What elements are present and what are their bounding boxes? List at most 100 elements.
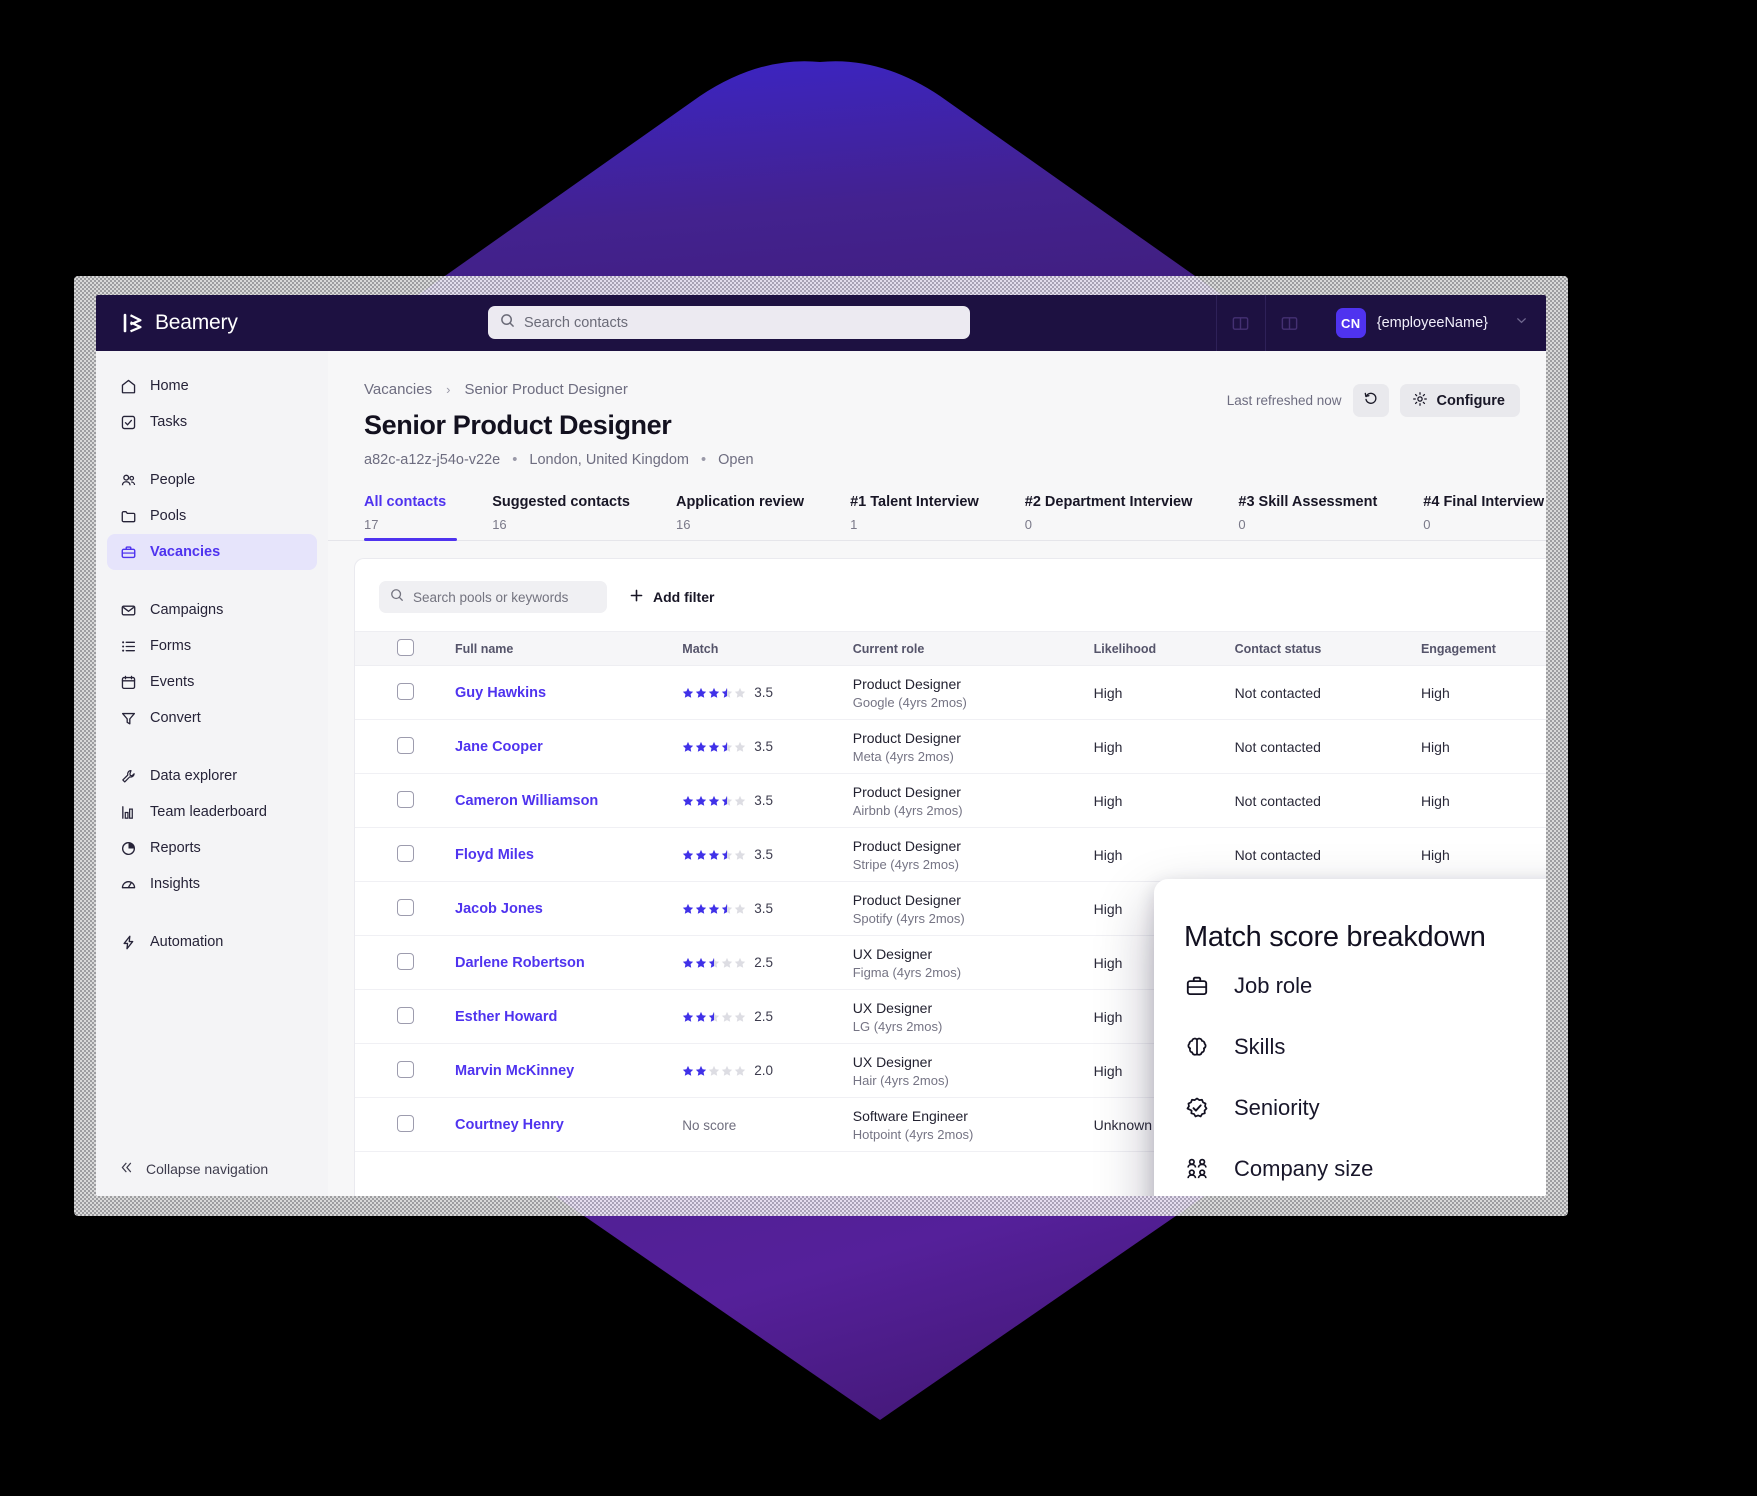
role-title: Product Designer (852, 891, 961, 908)
contact-name-link[interactable]: Jacob Jones (455, 901, 543, 917)
role-title: UX Designer (852, 945, 933, 962)
row-checkbox[interactable] (396, 736, 414, 754)
pool-search-input[interactable]: Search pools or keywords (379, 581, 607, 613)
column-header-contact-status[interactable]: Contact status (1234, 631, 1421, 666)
row-select-cell (355, 881, 455, 936)
user-menu[interactable]: CN {employeeName} (1314, 308, 1536, 338)
column-header-likelihood[interactable]: Likelihood (1093, 631, 1235, 666)
sidebar-item-label: Events (150, 674, 195, 690)
row-checkbox[interactable] (396, 952, 414, 970)
sidebar-item-label: People (150, 472, 196, 488)
sidebar-item-insights[interactable]: Insights (107, 866, 317, 902)
sidebar-item-automation[interactable]: Automation (107, 924, 317, 960)
column-header-match[interactable]: Match (682, 631, 853, 666)
sidebar-item-label: Convert (150, 710, 201, 726)
funnel-icon (119, 709, 137, 727)
row-checkbox[interactable] (396, 682, 414, 700)
collapse-navigation-label: Collapse navigation (146, 1161, 269, 1177)
row-checkbox[interactable] (396, 790, 414, 808)
refresh-icon (1363, 390, 1379, 411)
tab-3-skill-assessment[interactable]: #3 Skill Assessment 0 (1238, 494, 1423, 532)
meta-dot: • (512, 452, 518, 468)
column-header-current-role[interactable]: Current role (852, 631, 1094, 666)
sidebar-item-reports[interactable]: Reports (107, 830, 317, 866)
configure-button[interactable]: Configure (1399, 384, 1520, 417)
sidebar-item-team-leaderboard[interactable]: Team leaderboard (107, 794, 317, 830)
tab-application-review[interactable]: Application review 16 (676, 494, 850, 532)
sidebar-item-pools[interactable]: Pools (107, 498, 317, 534)
column-header-full-name[interactable]: Full name (455, 631, 683, 666)
chevrons-left-icon (119, 1160, 134, 1178)
tab-4-final-interview[interactable]: #4 Final Interview 0 (1423, 494, 1546, 532)
contact-name-link[interactable]: Floyd Miles (455, 847, 534, 863)
sidebar-item-label: Forms (150, 638, 192, 654)
global-search-input[interactable]: Search contacts (488, 306, 970, 339)
cell-full-name: Marvin McKinney (455, 1043, 683, 1098)
cell-engagement: High (1420, 773, 1546, 828)
refresh-button[interactable] (1352, 384, 1389, 417)
cell-current-role: Product Designer Meta (4yrs 2mos) (852, 719, 1094, 774)
tab-all-contacts[interactable]: All contacts 17 (364, 494, 492, 532)
cell-likelihood-value: High (1093, 900, 1123, 917)
calendar-icon (119, 673, 137, 691)
table-row[interactable]: Guy Hawkins 3.5 Product Designer Google (4y… (355, 665, 1546, 720)
sidebar-item-campaigns[interactable]: Campaigns (107, 592, 317, 628)
modal-row-label: Company size (1234, 1155, 1374, 1181)
cell-match: 3.5 (682, 773, 853, 828)
sidebar-item-tasks[interactable]: Tasks (107, 404, 317, 440)
table-row[interactable]: Jane Cooper 3.5 Product Designer Meta (4yrs… (355, 719, 1546, 774)
row-select-cell (355, 989, 455, 1044)
panel-right-icon[interactable] (1264, 295, 1314, 351)
contact-name-link[interactable]: Darlene Robertson (455, 955, 585, 971)
sidebar-item-vacancies[interactable]: Vacancies (107, 534, 317, 570)
contacts-toolbar: Search pools or keywords Add filter (355, 559, 1546, 613)
row-checkbox[interactable] (396, 1006, 414, 1024)
cell-full-name: Darlene Robertson (455, 935, 683, 990)
contact-name-link[interactable]: Jane Cooper (455, 739, 543, 755)
role-title: UX Designer (852, 1053, 933, 1070)
cell-match: 3.5 (682, 665, 853, 720)
row-checkbox[interactable] (396, 844, 414, 862)
contact-name-link[interactable]: Guy Hawkins (455, 685, 546, 701)
cell-likelihood-value: High (1093, 738, 1123, 755)
sidebar-item-data-explorer[interactable]: Data explorer (107, 758, 317, 794)
sidebar-item-home[interactable]: Home (107, 368, 317, 404)
tab-suggested-contacts[interactable]: Suggested contacts 16 (492, 494, 676, 532)
cell-likelihood-value: High (1093, 792, 1123, 809)
brand[interactable]: Beamery (96, 311, 328, 335)
sidebar-item-events[interactable]: Events (107, 664, 317, 700)
cell-contact-status: Not contacted (1234, 827, 1421, 882)
sidebar-item-people[interactable]: People (107, 462, 317, 498)
tab-1-talent-interview[interactable]: #1 Talent Interview 1 (850, 494, 1025, 532)
table-row[interactable]: Cameron Williamson 3.5 Product Designer Air… (355, 773, 1546, 828)
table-head: Full name Match Current role Likelihood … (355, 631, 1546, 666)
select-all-checkbox[interactable] (396, 638, 414, 656)
contact-name-link[interactable]: Esther Howard (455, 1009, 557, 1025)
table-row[interactable]: Floyd Miles 3.5 Product Designer Stripe (4y… (355, 827, 1546, 882)
cell-full-name: Courtney Henry (455, 1097, 683, 1152)
modal-row-job-role: Job role (1154, 956, 1546, 1015)
breadcrumb-item-vacancies[interactable]: Vacancies (364, 381, 432, 398)
cell-likelihood-value: High (1093, 1062, 1123, 1079)
sidebar-item-forms[interactable]: Forms (107, 628, 317, 664)
add-filter-button[interactable]: Add filter (629, 588, 714, 606)
role-title: UX Designer (852, 999, 933, 1016)
row-checkbox[interactable] (396, 1060, 414, 1078)
panel-left-icon[interactable] (1215, 295, 1265, 351)
sidebar-item-convert[interactable]: Convert (107, 700, 317, 736)
tab-2-department-interview[interactable]: #2 Department Interview 0 (1025, 494, 1239, 532)
row-checkbox[interactable] (396, 898, 414, 916)
role-company: Hair (4yrs 2mos) (852, 1072, 949, 1088)
contact-name-link[interactable]: Cameron Williamson (455, 793, 598, 809)
row-checkbox[interactable] (396, 1114, 414, 1132)
contact-name-link[interactable]: Courtney Henry (455, 1117, 564, 1133)
lightning-icon (119, 933, 137, 951)
column-header-engagement[interactable]: Engagement (1420, 631, 1546, 666)
search-icon (390, 588, 404, 607)
beamery-logo-icon (122, 311, 146, 335)
collapse-navigation-button[interactable]: Collapse navigation (96, 1160, 328, 1178)
tab-label: #2 Department Interview (1024, 494, 1193, 510)
contact-name-link[interactable]: Marvin McKinney (455, 1063, 574, 1079)
cell-likelihood-value: Unknown (1093, 1116, 1153, 1133)
cell-contact-status-value: Not contacted (1234, 738, 1321, 755)
